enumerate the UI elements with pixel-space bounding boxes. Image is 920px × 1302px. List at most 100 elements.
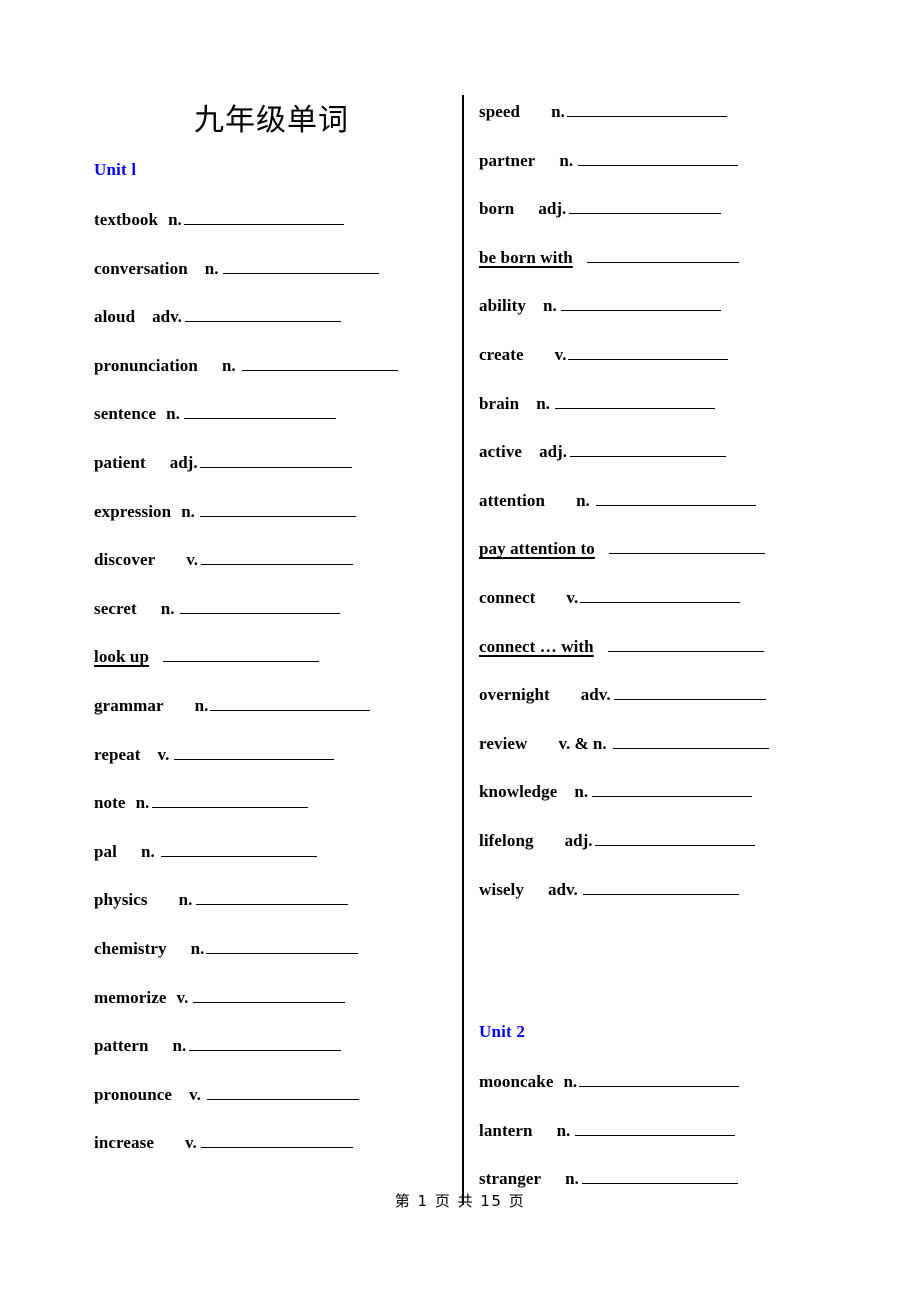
vocabulary-entry: pronunciation n. (94, 349, 449, 398)
answer-blank-line[interactable] (163, 646, 320, 663)
vocabulary-word: active (479, 442, 523, 462)
answer-blank-line[interactable] (152, 792, 309, 809)
phrase-term: pay attention to (479, 539, 595, 559)
part-of-speech: n. (135, 793, 150, 813)
vocabulary-word: textbook (94, 210, 159, 229)
answer-blank-line[interactable] (592, 781, 753, 798)
vocabulary-word: sentence (94, 404, 157, 424)
answer-blank-line[interactable] (560, 295, 721, 312)
answer-blank-line[interactable] (201, 549, 354, 566)
answer-blank-line[interactable] (196, 889, 349, 906)
vocabulary-word: lifelong (479, 830, 534, 850)
vocabulary-entry: patient adj. (94, 446, 449, 495)
answer-blank-line[interactable] (569, 441, 726, 458)
vocabulary-word: knowledge (479, 782, 558, 802)
part-of-speech: adv. (580, 685, 611, 705)
answer-blank-line[interactable] (579, 1071, 740, 1088)
answer-blank-line[interactable] (180, 598, 341, 614)
vocabulary-entry: look up (94, 640, 449, 689)
answer-blank-line[interactable] (612, 733, 769, 749)
part-of-speech: n. (563, 1072, 578, 1092)
answer-blank-line[interactable] (595, 490, 756, 506)
answer-blank-line[interactable] (241, 355, 398, 371)
vocabulary-word: chemistry (94, 938, 167, 958)
vocabulary-word: review (479, 733, 528, 753)
answer-blank-line[interactable] (582, 879, 739, 895)
part-of-speech: n. (543, 296, 557, 316)
column-divider-rule (462, 95, 464, 1205)
answer-blank-line[interactable] (174, 744, 335, 760)
unit-heading-2: Unit 2 (479, 1022, 526, 1042)
answer-blank-line[interactable] (189, 1035, 342, 1052)
vocabulary-entry: attention n. (479, 484, 879, 533)
vocabulary-word: pal (94, 841, 117, 861)
part-of-speech: n. (536, 393, 550, 413)
answer-blank-line[interactable] (183, 209, 344, 225)
part-of-speech: n. (190, 938, 205, 958)
part-of-speech: n. (556, 1120, 571, 1140)
vocabulary-entry: pal n. (94, 835, 449, 884)
answer-blank-line[interactable] (206, 938, 359, 954)
vocabulary-word: aloud (94, 307, 136, 327)
vocabulary-word: create (479, 344, 524, 364)
answer-blank-line[interactable] (613, 684, 766, 701)
vocabulary-word: speed (479, 102, 521, 121)
vocabulary-entry: discover v. (94, 543, 449, 592)
part-of-speech: v. & n. (558, 733, 607, 753)
part-of-speech: n. (172, 1036, 187, 1056)
vocabulary-entry: overnight adv. (479, 678, 879, 727)
page-title: 九年级单词 (194, 103, 349, 138)
vocabulary-word: wisely (479, 879, 524, 899)
answer-blank-line[interactable] (184, 306, 341, 323)
answer-blank-line[interactable] (581, 1168, 738, 1185)
answer-blank-line[interactable] (586, 247, 739, 263)
part-of-speech: adj. (539, 442, 567, 462)
answer-blank-line[interactable] (210, 695, 371, 711)
vocabulary-word: attention (479, 490, 546, 510)
answer-blank-line[interactable] (568, 344, 729, 360)
answer-blank-line[interactable] (193, 987, 346, 1003)
answer-blank-line[interactable] (200, 1132, 353, 1149)
answer-blank-line[interactable] (160, 841, 317, 857)
vocabulary-list-left: textbook n. conversation n. aloud adv. pronunc… (94, 203, 449, 1175)
vocabulary-word: note (94, 793, 126, 813)
vocabulary-word: connect (479, 587, 536, 607)
phrase-term: connect … with (479, 636, 594, 656)
vocabulary-word: lantern (479, 1120, 533, 1140)
vocabulary-entry: aloud adv. (94, 300, 449, 349)
part-of-speech: n. (559, 150, 574, 170)
answer-blank-line[interactable] (554, 393, 715, 409)
answer-blank-line[interactable] (578, 150, 739, 166)
vocabulary-entry: speed n. (479, 95, 879, 144)
part-of-speech: n. (194, 695, 209, 715)
worksheet-page: 九年级单词 Unit l textbook n. conversation n. alo… (0, 0, 920, 1302)
vocabulary-word: increase (94, 1133, 154, 1153)
answer-blank-line[interactable] (607, 636, 764, 652)
vocabulary-word: partner (479, 150, 536, 170)
answer-blank-line[interactable] (199, 501, 356, 517)
phrase-term: be born with (479, 247, 573, 267)
part-of-speech: n. (168, 210, 182, 229)
vocabulary-entry: repeat v. (94, 738, 449, 787)
answer-blank-line[interactable] (608, 538, 765, 555)
vocabulary-entry: textbook n. (94, 203, 449, 252)
part-of-speech: adj. (169, 452, 198, 472)
part-of-speech: v. (554, 344, 567, 364)
answer-blank-line[interactable] (575, 1120, 736, 1136)
answer-blank-line[interactable] (580, 587, 741, 603)
answer-blank-line[interactable] (199, 452, 352, 468)
answer-blank-line[interactable] (566, 101, 727, 117)
answer-blank-line[interactable] (594, 830, 755, 846)
answer-blank-line[interactable] (223, 258, 380, 274)
vocabulary-entry: grammar n. (94, 689, 449, 738)
vocabulary-entry: expression n. (94, 495, 449, 544)
answer-blank-line[interactable] (183, 403, 336, 420)
part-of-speech: n. (551, 102, 565, 121)
vocabulary-word: memorize (94, 987, 167, 1007)
answer-blank-line[interactable] (569, 198, 722, 215)
vocabulary-entry: active adj. (479, 435, 879, 484)
answer-blank-line[interactable] (206, 1084, 359, 1100)
phrase-term: look up (94, 647, 150, 667)
vocabulary-word: born (479, 199, 515, 219)
part-of-speech: n. (160, 598, 175, 618)
